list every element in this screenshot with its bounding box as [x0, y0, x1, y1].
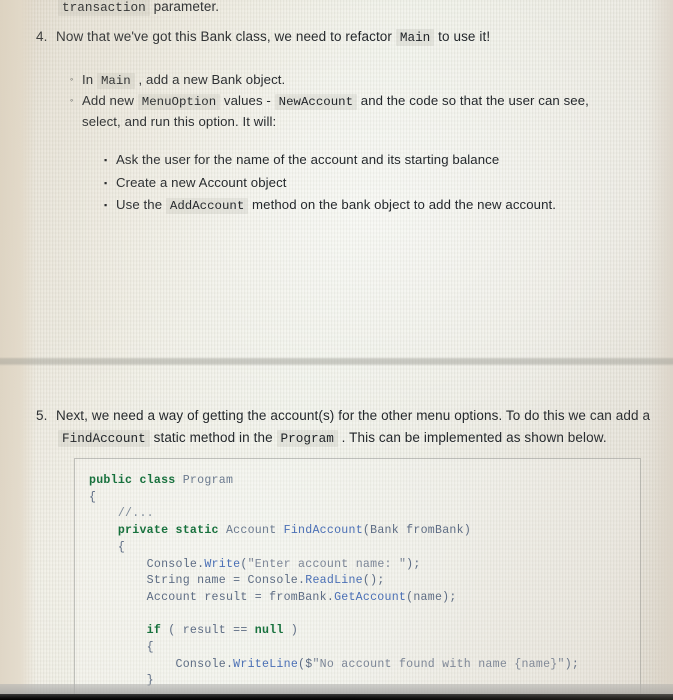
- tutorial-document: transaction parameter. 4. Now that we've …: [0, 0, 673, 700]
- sub-bullet-1-text-b: , add a new Bank object.: [134, 72, 286, 87]
- nested-bullet-addaccount: ▪ Use the AddAccount method on the bank o…: [104, 196, 556, 214]
- inline-code-transaction: transaction: [58, 0, 150, 16]
- circle-bullet-icon: ◦: [70, 95, 74, 105]
- nested-bullet-create-account: ▪ Create a new Account object: [104, 174, 287, 191]
- square-bullet-icon: ▪: [104, 154, 108, 165]
- nested-bullet-3-text-a: Use the: [116, 197, 166, 212]
- inline-code-program: Program: [276, 430, 338, 447]
- list-item-5-line2-text-b: . This can be implemented as shown below…: [337, 430, 607, 445]
- monitor-bottom-bezel-dark: [0, 694, 673, 700]
- page-separator-band: [0, 357, 673, 366]
- nested-bullet-1-text: Ask the user for the name of the account…: [116, 152, 500, 167]
- inline-code-menuoption: MenuOption: [137, 94, 221, 110]
- top-partial-line-text: parameter.: [149, 0, 220, 14]
- list-item-4-text-b: to use it!: [434, 29, 491, 44]
- list-item-5-line2-text-a: static method in the: [149, 430, 277, 445]
- nested-bullet-3-text-b: method on the bank object to add the new…: [248, 197, 557, 212]
- top-partial-line: transaction parameter.: [58, 0, 219, 17]
- inline-code-findaccount: FindAccount: [58, 430, 150, 447]
- sub-bullet-2-text-b: values -: [220, 93, 275, 108]
- list-item-5-number: 5.: [36, 408, 48, 423]
- sub-bullet-menuoption: ◦ Add new MenuOption values - NewAccount …: [70, 92, 589, 110]
- nested-bullet-2-text: Create a new Account object: [116, 175, 287, 190]
- list-item-5: 5. Next, we need a way of getting the acc…: [36, 407, 650, 425]
- sub-bullet-menuoption-continuation: select, and run this option. It will:: [82, 114, 277, 129]
- sub-bullet-2-text-a: Add new: [82, 93, 138, 108]
- list-item-4-text-a: Now that we've got this Bank class, we n…: [56, 29, 396, 44]
- inline-code-newaccount: NewAccount: [274, 94, 358, 110]
- list-item-5-line2: FindAccount static method in the Program…: [58, 429, 607, 448]
- sub-bullet-1-text-a: In: [82, 72, 97, 87]
- nested-bullet-ask-user: ▪ Ask the user for the name of the accoun…: [104, 151, 499, 168]
- list-item-4: 4. Now that we've got this Bank class, we…: [36, 28, 490, 47]
- circle-bullet-icon: ◦: [70, 74, 74, 84]
- square-bullet-icon: ▪: [104, 199, 108, 210]
- code-block-content: public class Program { //... private sta…: [89, 474, 580, 688]
- sub-bullet-2-text-c: and the code so that the user can see,: [357, 93, 589, 108]
- inline-code-main: Main: [395, 29, 435, 46]
- sub-bullet-in-main: ◦ In Main , add a new Bank object.: [70, 71, 285, 89]
- code-block: public class Program { //... private sta…: [74, 458, 641, 700]
- monitor-bottom-bezel-light: [0, 684, 673, 694]
- inline-code-addaccount: AddAccount: [165, 198, 249, 214]
- square-bullet-icon: ▪: [104, 177, 108, 188]
- list-item-5-text: Next, we need a way of getting the accou…: [56, 408, 651, 423]
- inline-code-main-2: Main: [96, 73, 135, 89]
- list-item-4-number: 4.: [36, 29, 48, 44]
